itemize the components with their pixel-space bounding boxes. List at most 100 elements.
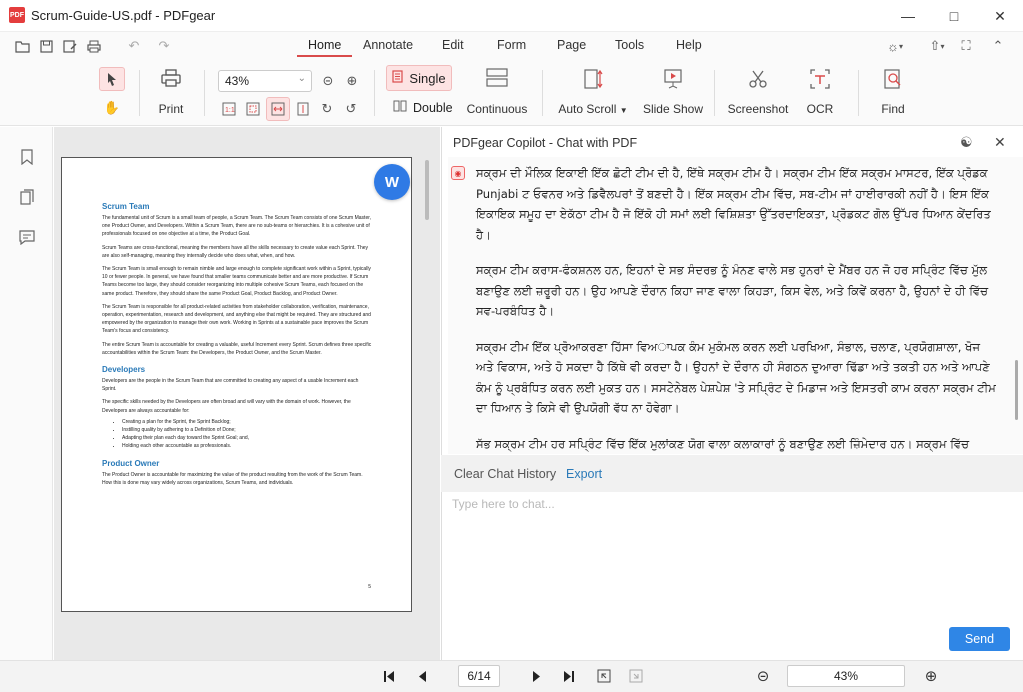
previous-page-icon[interactable]: [411, 665, 433, 687]
svg-text:1:1: 1:1: [225, 107, 235, 114]
fullscreen-icon[interactable]: ⛶: [956, 36, 976, 56]
chevron-down-icon: ⌄: [297, 73, 306, 84]
find-label: Find: [881, 102, 905, 116]
screenshot-button[interactable]: Screenshot: [725, 68, 791, 116]
ribbon-separator: [374, 70, 375, 116]
zoom-in-icon[interactable]: ⊕: [341, 70, 363, 92]
print-label: Print: [158, 102, 184, 116]
support-agent-icon[interactable]: ☯: [960, 134, 980, 152]
doc-paragraph: The Product Owner is accountable for max…: [102, 471, 363, 486]
fit-width-icon[interactable]: [266, 97, 290, 121]
slide-show-button[interactable]: Slide Show: [640, 68, 706, 116]
continuous-scroll-icon: [485, 68, 509, 94]
page-indicator: 6/14: [467, 669, 491, 683]
export-button[interactable]: Export: [566, 467, 602, 481]
undo-icon[interactable]: ↶: [124, 36, 144, 56]
clear-chat-history-button[interactable]: Clear Chat History: [454, 467, 556, 481]
first-page-icon[interactable]: [378, 665, 400, 687]
double-page-button[interactable]: Double: [393, 100, 453, 115]
zoom-out-icon[interactable]: ⊝: [317, 70, 339, 92]
slide-show-label: Slide Show: [642, 102, 704, 116]
tab-home[interactable]: Home: [308, 38, 341, 52]
auto-scroll-label: Auto Scroll: [558, 102, 617, 116]
list-item: Holding each other accountable as profes…: [122, 442, 372, 450]
zoom-value: 43%: [225, 74, 250, 88]
go-back-icon[interactable]: [593, 665, 615, 687]
active-tab-indicator: [297, 55, 352, 57]
tab-form[interactable]: Form: [497, 38, 526, 52]
ocr-button[interactable]: OCR: [797, 68, 843, 116]
doc-paragraph: The Scrum Team is responsible for all pr…: [102, 303, 371, 335]
collapse-ribbon-icon[interactable]: ⌃: [988, 36, 1008, 56]
theme-brightness-icon[interactable]: ☼ ▾: [880, 36, 910, 56]
tab-page[interactable]: Page: [557, 38, 586, 52]
copilot-avatar-icon: ◉: [451, 166, 465, 180]
chat-message: ਸਕ੍ਰਮ ਦੀ ਮੌਲਿਕ ਇਕਾਈ ਇੱਕ ਛੋਟੀ ਟੀਮ ਦੀ ਹੈ, …: [476, 163, 996, 490]
print-button[interactable]: Print: [150, 68, 192, 116]
ribbon-separator: [714, 70, 715, 116]
left-sidebar: [0, 127, 53, 692]
single-page-button[interactable]: Single: [386, 65, 452, 91]
chat-input[interactable]: [452, 494, 1012, 514]
bookmark-icon[interactable]: [16, 146, 38, 168]
zoom-select[interactable]: 43% ⌄: [218, 70, 312, 92]
auto-scroll-button[interactable]: Auto Scroll ▼: [556, 68, 630, 116]
share-icon[interactable]: ⇧ ▾: [922, 36, 952, 56]
rotate-counterclockwise-icon[interactable]: ↺: [340, 98, 362, 120]
zoom-out-status-icon[interactable]: ⊝: [752, 665, 774, 687]
open-folder-icon[interactable]: [12, 36, 32, 56]
dropdown-arrow-icon: ▼: [619, 106, 628, 115]
document-scrollbar[interactable]: [425, 160, 429, 220]
actual-size-icon[interactable]: 1:1: [218, 98, 240, 120]
send-button[interactable]: Send: [949, 627, 1010, 651]
save-icon[interactable]: [36, 36, 56, 56]
save-as-icon[interactable]: [60, 36, 80, 56]
scissors-icon: [747, 68, 769, 94]
fit-page-icon[interactable]: [242, 98, 264, 120]
comments-icon[interactable]: [16, 226, 38, 248]
list-item: Instilling quality by adhering to a Defi…: [122, 426, 372, 434]
hand-tool-icon[interactable]: ✋: [101, 97, 123, 119]
find-button[interactable]: Find: [872, 68, 914, 116]
fit-height-icon[interactable]: [292, 98, 314, 120]
printer-icon: [161, 68, 181, 94]
next-page-icon[interactable]: [525, 665, 547, 687]
pdf-page: Scrum Team The fundamental unit of Scrum…: [61, 157, 412, 612]
find-icon: [882, 68, 904, 94]
tab-edit[interactable]: Edit: [442, 38, 464, 52]
tab-tools[interactable]: Tools: [615, 38, 644, 52]
doc-paragraph: The entire Scrum Team is accountable for…: [102, 341, 372, 356]
minimize-icon[interactable]: —: [885, 0, 931, 32]
double-page-icon: [393, 100, 407, 115]
zoom-level[interactable]: 43%: [787, 665, 905, 687]
continuous-button[interactable]: Continuous: [463, 68, 531, 116]
zoom-in-status-icon[interactable]: ⊕: [920, 665, 942, 687]
redo-icon[interactable]: ↷: [154, 36, 174, 56]
ribbon-separator: [139, 70, 140, 116]
list-item: Adapting their plan each day toward the …: [122, 434, 372, 442]
maximize-icon[interactable]: □: [931, 0, 977, 32]
print-small-icon[interactable]: [84, 36, 104, 56]
doc-paragraph: The specific skills needed by the Develo…: [102, 399, 351, 414]
doc-paragraph: Scrum Teams are cross-functional, meanin…: [102, 244, 369, 259]
go-forward-icon[interactable]: [625, 665, 647, 687]
rotate-clockwise-icon[interactable]: ↻: [316, 98, 338, 120]
tab-annotate[interactable]: Annotate: [363, 38, 413, 52]
ribbon-separator: [542, 70, 543, 116]
tab-help[interactable]: Help: [676, 38, 702, 52]
chat-scrollbar[interactable]: [1015, 360, 1018, 420]
select-cursor-icon[interactable]: [99, 67, 125, 91]
last-page-icon[interactable]: [558, 665, 580, 687]
pdfgear-logo-icon: PDF: [9, 7, 25, 23]
copilot-title: PDFgear Copilot - Chat with PDF: [453, 136, 638, 150]
doc-heading: Scrum Team: [102, 202, 150, 211]
convert-to-word-icon[interactable]: W: [374, 164, 410, 200]
ribbon-separator: [858, 70, 859, 116]
close-window-icon[interactable]: ✕: [977, 0, 1023, 32]
thumbnails-icon[interactable]: [16, 186, 38, 208]
single-page-icon: [392, 70, 404, 86]
close-panel-icon[interactable]: ✕: [994, 134, 1012, 152]
chat-paragraph: ਸਕ੍ਰਮ ਟੀਮ ਇੱਕ ਪ੍ਰੋਆਕਰਣਾ ਹਿੱਸਾ ਵਿਅਾਪਕ ਕੰਮ…: [476, 339, 996, 416]
doc-paragraph: Developers are the people in the Scrum T…: [102, 378, 359, 393]
page-number-input[interactable]: 6/14: [458, 665, 500, 687]
